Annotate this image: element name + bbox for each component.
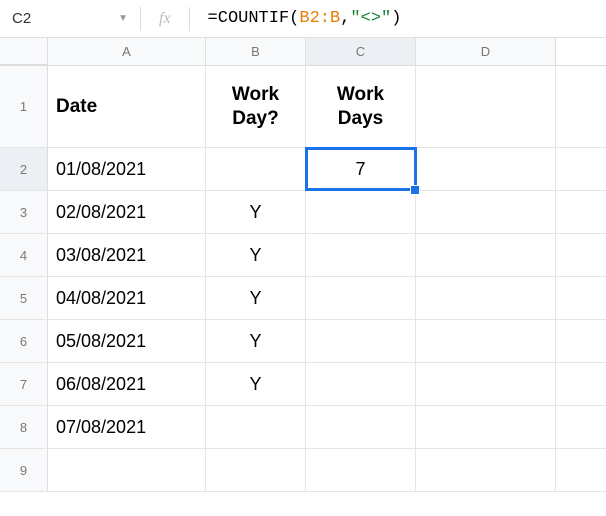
cell-B6[interactable]: Y: [206, 320, 306, 362]
cell-C8[interactable]: [306, 406, 416, 448]
select-all-corner[interactable]: [0, 38, 48, 65]
spreadsheet-grid: A B C D 1 Date Work Day? Work Days 2 01/…: [0, 38, 606, 492]
fx-icon: fx: [141, 10, 189, 28]
cell-A1[interactable]: Date: [48, 66, 206, 147]
cell-A6[interactable]: 05/08/2021: [48, 320, 206, 362]
table-row: 1 Date Work Day? Work Days: [0, 66, 606, 148]
fill-handle[interactable]: [410, 185, 420, 195]
cell-B1[interactable]: Work Day?: [206, 66, 306, 147]
formula-close: ): [391, 9, 401, 28]
row-header-1[interactable]: 1: [0, 66, 48, 147]
formula-ref: B2:B: [299, 9, 340, 28]
cell-A4[interactable]: 03/08/2021: [48, 234, 206, 276]
cell-B2[interactable]: [206, 148, 306, 190]
cell-A5[interactable]: 04/08/2021: [48, 277, 206, 319]
formula-open: (: [289, 9, 299, 28]
cell-A9[interactable]: [48, 449, 206, 491]
cell-D4[interactable]: [416, 234, 556, 276]
table-row: 9: [0, 449, 606, 492]
table-row: 7 06/08/2021 Y: [0, 363, 606, 406]
cell-C1[interactable]: Work Days: [306, 66, 416, 147]
cell-D7[interactable]: [416, 363, 556, 405]
cell-D5[interactable]: [416, 277, 556, 319]
formula-bar: C2 ▼ fx = COUNTIF ( B2:B , "<>" ): [0, 0, 606, 38]
cell-C2[interactable]: 7: [306, 148, 416, 190]
table-row: 2 01/08/2021 7: [0, 148, 606, 191]
cell-A3[interactable]: 02/08/2021: [48, 191, 206, 233]
row-header-8[interactable]: 8: [0, 406, 48, 448]
cell-C4[interactable]: [306, 234, 416, 276]
col-header-A[interactable]: A: [48, 38, 206, 65]
cell-D2[interactable]: [416, 148, 556, 190]
cell-D3[interactable]: [416, 191, 556, 233]
cell-D8[interactable]: [416, 406, 556, 448]
cell-B7[interactable]: Y: [206, 363, 306, 405]
cell-C5[interactable]: [306, 277, 416, 319]
cell-D1[interactable]: [416, 66, 556, 147]
row-header-4[interactable]: 4: [0, 234, 48, 276]
cell-B4[interactable]: Y: [206, 234, 306, 276]
row-header-2[interactable]: 2: [0, 148, 48, 190]
cell-C3[interactable]: [306, 191, 416, 233]
cell-B9[interactable]: [206, 449, 306, 491]
row-header-5[interactable]: 5: [0, 277, 48, 319]
cell-C6[interactable]: [306, 320, 416, 362]
cell-B3[interactable]: Y: [206, 191, 306, 233]
row-header-7[interactable]: 7: [0, 363, 48, 405]
cell-B5[interactable]: Y: [206, 277, 306, 319]
cell-C9[interactable]: [306, 449, 416, 491]
name-box-dropdown-icon[interactable]: ▼: [118, 13, 128, 24]
table-row: 3 02/08/2021 Y: [0, 191, 606, 234]
cell-D9[interactable]: [416, 449, 556, 491]
cell-C7[interactable]: [306, 363, 416, 405]
formula-comma: ,: [340, 9, 350, 28]
row-header-6[interactable]: 6: [0, 320, 48, 362]
cell-A8[interactable]: 07/08/2021: [48, 406, 206, 448]
col-header-C[interactable]: C: [306, 38, 416, 65]
formula-fn: COUNTIF: [218, 9, 289, 28]
table-row: 6 05/08/2021 Y: [0, 320, 606, 363]
col-header-D[interactable]: D: [416, 38, 556, 65]
name-box-value: C2: [12, 10, 31, 27]
name-box[interactable]: C2 ▼: [0, 0, 140, 37]
table-row: 5 04/08/2021 Y: [0, 277, 606, 320]
column-headers-row: A B C D: [0, 38, 606, 66]
formula-input[interactable]: = COUNTIF ( B2:B , "<>" ): [190, 0, 606, 37]
cell-B8[interactable]: [206, 406, 306, 448]
row-header-3[interactable]: 3: [0, 191, 48, 233]
row-header-9[interactable]: 9: [0, 449, 48, 491]
table-row: 4 03/08/2021 Y: [0, 234, 606, 277]
formula-str: "<>": [350, 9, 391, 28]
cell-A7[interactable]: 06/08/2021: [48, 363, 206, 405]
formula-eq: =: [208, 9, 218, 28]
table-row: 8 07/08/2021: [0, 406, 606, 449]
cell-A2[interactable]: 01/08/2021: [48, 148, 206, 190]
col-header-B[interactable]: B: [206, 38, 306, 65]
cell-D6[interactable]: [416, 320, 556, 362]
